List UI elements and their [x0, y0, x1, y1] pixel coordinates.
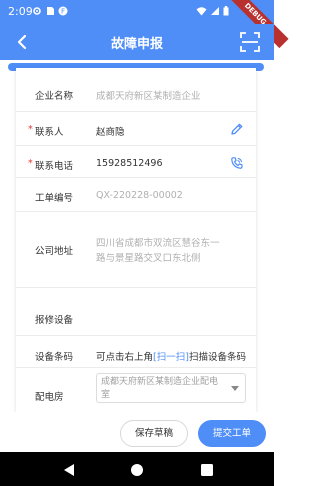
- barcode-label: 设备条码: [35, 352, 74, 363]
- address-line-2: 路与景星路交叉口东北侧: [96, 253, 201, 264]
- scan-link[interactable]: [扫一扫]: [153, 352, 189, 363]
- order-number-row: 工单编号 QX-220228-00002: [16, 178, 256, 212]
- phone-row: * 联系电话 15928512496: [16, 146, 256, 178]
- svg-text:F: F: [61, 8, 65, 16]
- substation-line-2: 室: [101, 390, 111, 400]
- sim-icon: [47, 7, 54, 15]
- phone-call-icon[interactable]: [230, 156, 244, 170]
- submit-order-button[interactable]: 提交工单: [198, 420, 266, 447]
- order-number-value: QX-220228-00002: [96, 190, 183, 201]
- status-bar: 2:09 F DEBUG: [0, 0, 289, 49]
- substation-select-value: 成都天府新区某制造企业配电 室: [101, 376, 229, 402]
- notification-app-icon: F: [58, 6, 68, 16]
- phone-field[interactable]: 15928512496: [96, 158, 163, 169]
- company-label: 企业名称: [35, 91, 74, 102]
- device-label: 报修设备: [35, 315, 74, 326]
- save-draft-button[interactable]: 保存草稿: [120, 420, 188, 447]
- substation-row: 配电房 成都天府新区某制造企业配电 室: [16, 368, 256, 412]
- scan-icon[interactable]: [240, 32, 260, 52]
- wifi-icon: [196, 7, 207, 16]
- company-field[interactable]: 成都天府新区某制造企业: [96, 88, 201, 102]
- substation-label: 配电房: [35, 392, 64, 403]
- battery-icon: [223, 6, 229, 16]
- gear-icon: [33, 7, 41, 15]
- barcode-hint: 可点击右上角[扫一扫]扫描设备条码: [96, 349, 246, 363]
- edit-pencil-icon[interactable]: [230, 122, 244, 136]
- contact-field[interactable]: 赵商隐: [96, 124, 125, 138]
- order-number-label: 工单编号: [35, 193, 74, 204]
- barcode-hint-pre: 可点击右上角: [96, 352, 154, 363]
- phone-label: 联系电话: [35, 161, 74, 172]
- substation-line-1: 成都天府新区某制造企业配电: [101, 377, 219, 387]
- signal-icon: [211, 7, 219, 15]
- address-field[interactable]: 四川省成都市双流区慧谷东一 路与景星路交叉口东北侧: [96, 236, 220, 266]
- address-label: 公司地址: [35, 246, 74, 257]
- contact-row: * 联系人 赵商隐: [16, 112, 256, 146]
- home-circle-icon[interactable]: [130, 463, 144, 477]
- company-row: 企业名称 成都天府新区某制造企业: [16, 68, 256, 112]
- address-line-1: 四川省成都市双流区慧谷东一: [96, 238, 220, 249]
- back-triangle-icon[interactable]: [62, 463, 76, 477]
- required-marker: *: [28, 158, 33, 169]
- barcode-hint-post: 扫描设备条码: [188, 352, 246, 363]
- substation-select[interactable]: 成都天府新区某制造企业配电 室: [96, 373, 246, 403]
- status-time: 2:09: [8, 5, 33, 18]
- required-marker: *: [28, 124, 33, 135]
- form-card: 企业名称 成都天府新区某制造企业 * 联系人 赵商隐 * 联系电话 159285…: [16, 68, 256, 412]
- contact-label: 联系人: [35, 127, 64, 138]
- chevron-down-icon: [231, 386, 239, 391]
- app-bar: 故障申报: [0, 24, 274, 60]
- address-row: 公司地址 四川省成都市双流区慧谷东一 路与景星路交叉口东北侧: [16, 212, 256, 288]
- recents-square-icon[interactable]: [200, 463, 214, 477]
- system-nav-bar: [0, 452, 274, 486]
- footer-bar: 保存草稿 提交工单: [0, 412, 274, 452]
- page-title: 故障申报: [110, 37, 163, 52]
- barcode-row: 设备条码 可点击右上角[扫一扫]扫描设备条码: [16, 336, 256, 368]
- device-row[interactable]: 报修设备: [16, 288, 256, 336]
